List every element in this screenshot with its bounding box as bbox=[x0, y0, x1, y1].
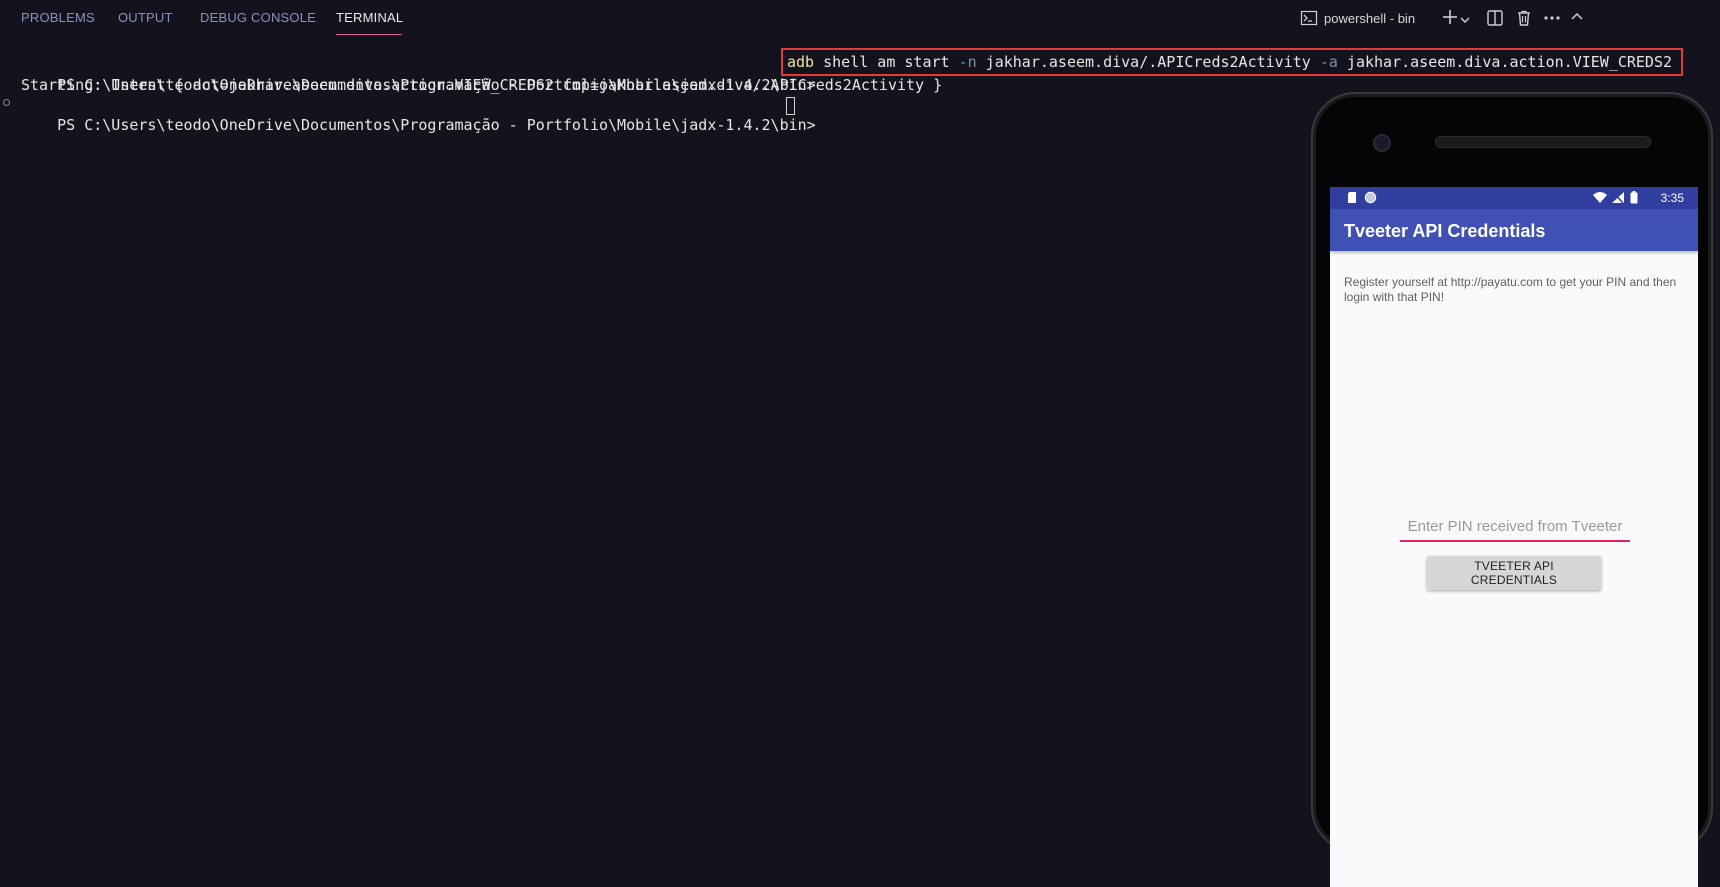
command-action: jakhar.aseem.diva.action.VIEW_CREDS2 bbox=[1337, 53, 1673, 71]
tveeter-api-credentials-button[interactable]: TVEETER API CREDENTIALS bbox=[1427, 556, 1601, 590]
tab-output[interactable]: OUTPUT bbox=[118, 10, 173, 25]
notification-circle-icon bbox=[1364, 191, 1377, 207]
terminal-prompt: PS C:\Users\teodo\OneDrive\Documentos\Pr… bbox=[57, 116, 816, 134]
adb-command: adb shell am start -n jakhar.aseem.diva/… bbox=[787, 52, 1672, 72]
split-terminal-icon[interactable] bbox=[1486, 9, 1504, 32]
command-flag-n: -n bbox=[958, 53, 977, 71]
no-signal-icon bbox=[1611, 191, 1625, 207]
command-args-1: shell am start bbox=[814, 53, 959, 71]
android-emulator-phone: 3:35 Tveeter API Credentials Register yo… bbox=[1311, 92, 1713, 887]
command-decoration-circle-icon bbox=[3, 99, 10, 106]
battery-icon bbox=[1630, 191, 1638, 207]
active-tab-indicator bbox=[336, 34, 402, 35]
tab-problems[interactable]: PROBLEMS bbox=[21, 10, 95, 25]
pin-input[interactable] bbox=[1400, 512, 1630, 542]
front-camera-icon bbox=[1373, 134, 1391, 152]
sd-card-icon bbox=[1346, 191, 1358, 207]
wifi-icon bbox=[1592, 191, 1608, 207]
tab-debug-console[interactable]: DEBUG CONSOLE bbox=[200, 10, 316, 25]
new-terminal-plus-icon[interactable] bbox=[1441, 8, 1459, 31]
app-title: Tveeter API Credentials bbox=[1344, 221, 1546, 241]
more-actions-ellipsis-icon[interactable] bbox=[1542, 9, 1562, 32]
kill-terminal-trash-icon[interactable] bbox=[1515, 9, 1533, 32]
command-flag-a: -a bbox=[1319, 53, 1338, 71]
status-time: 3:35 bbox=[1660, 191, 1684, 205]
launch-profile-chevron-down-icon[interactable] bbox=[1460, 12, 1470, 30]
terminal-toolbar: powershell - bin bbox=[1300, 0, 1720, 38]
terminal-shell-icon bbox=[1300, 9, 1318, 32]
command-adb: adb bbox=[787, 53, 815, 71]
terminal-line-output: Starting: Intent { act=jakhar.aseem.diva… bbox=[21, 76, 943, 94]
panel-tab-bar: PROBLEMS OUTPUT DEBUG CONSOLE TERMINAL p… bbox=[0, 0, 1720, 38]
instructions-text: Register yourself at http://payatu.com t… bbox=[1344, 275, 1677, 304]
tab-terminal[interactable]: TERMINAL bbox=[336, 10, 403, 25]
terminal-name-label[interactable]: powershell - bin bbox=[1324, 11, 1415, 26]
terminal-line-3: PS C:\Users\teodo\OneDrive\Documentos\Pr… bbox=[21, 95, 816, 155]
command-component: jakhar.aseem.diva/.APICreds2Activity bbox=[976, 53, 1320, 71]
terminal-cursor bbox=[786, 97, 795, 115]
highlighted-command-box: adb shell am start -n jakhar.aseem.diva/… bbox=[781, 48, 1683, 76]
app-toolbar: Tveeter API Credentials bbox=[1330, 209, 1698, 251]
android-status-bar: 3:35 bbox=[1330, 187, 1698, 209]
earpiece-speaker bbox=[1435, 136, 1651, 148]
phone-screen: 3:35 Tveeter API Credentials Register yo… bbox=[1330, 187, 1698, 887]
maximize-panel-chevron-up-icon[interactable] bbox=[1570, 10, 1584, 29]
